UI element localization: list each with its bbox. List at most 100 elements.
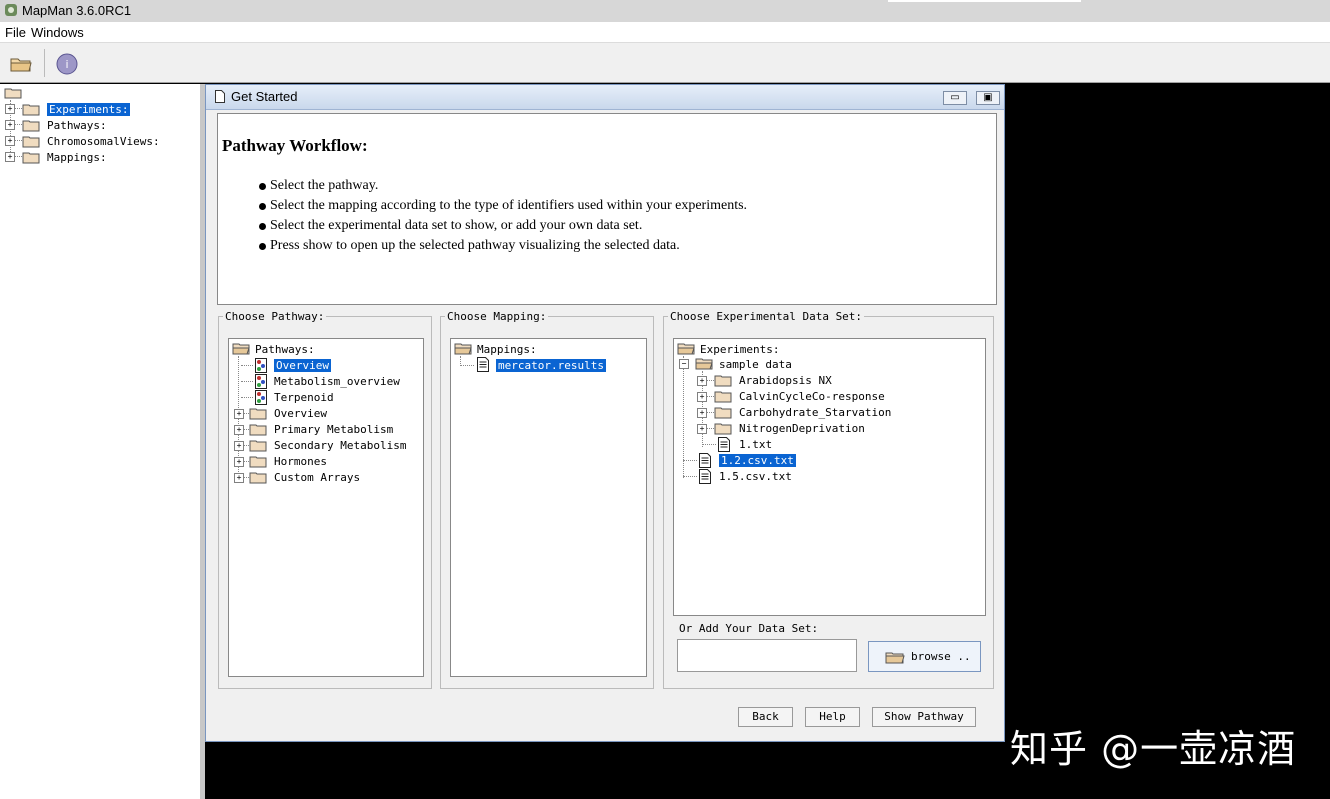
document-icon — [699, 453, 711, 468]
app-title-bar: MapMan 3.6.0RC1 — [0, 0, 1330, 22]
expand-toggle[interactable]: + — [234, 425, 244, 435]
expand-toggle[interactable]: + — [5, 136, 15, 146]
dataset-item[interactable]: NitrogenDeprivation — [739, 421, 865, 436]
pathway-item[interactable]: Metabolism_overview — [274, 374, 400, 389]
window-title: Get Started — [231, 89, 298, 104]
bullet-icon — [259, 203, 266, 210]
collapse-toggle[interactable]: − — [679, 359, 689, 369]
svg-text:i: i — [65, 58, 68, 71]
left-tree-item[interactable]: Experiments: — [47, 102, 131, 117]
workflow-heading: Pathway Workflow: — [222, 136, 368, 155]
choose-pathway-label: Choose Pathway: — [223, 310, 327, 323]
expand-toggle[interactable]: + — [697, 424, 707, 434]
dataset-file[interactable]: 1.2.csv.txt — [719, 453, 796, 468]
left-tree-item[interactable]: Mappings: — [47, 150, 107, 165]
pathway-tree[interactable]: Pathways: Overview Metabolism_overview Terp… — [228, 338, 424, 677]
menu-windows[interactable]: Windows — [31, 25, 84, 40]
pathway-item[interactable]: Secondary Metabolism — [274, 438, 406, 453]
menu-file[interactable]: File — [5, 25, 26, 40]
workflow-description: Pathway Workflow: Select the pathway. Se… — [217, 113, 997, 305]
mapman-app-icon — [5, 4, 17, 16]
back-button[interactable]: Back — [738, 707, 793, 727]
tree-line — [241, 381, 253, 382]
dataset-item[interactable]: 1.txt — [739, 437, 772, 452]
folder-icon — [22, 136, 40, 148]
folder-icon — [22, 120, 40, 132]
workflow-step: Press show to open up the selected pathw… — [256, 236, 747, 256]
open-folder-icon — [454, 343, 472, 355]
tree-line — [241, 397, 253, 398]
workflow-step: Select the mapping according to the type… — [256, 196, 747, 216]
dataset-item[interactable]: Arabidopsis NX — [739, 373, 832, 388]
mapping-item[interactable]: mercator.results — [496, 358, 606, 373]
title-strip — [888, 0, 1081, 2]
help-button[interactable]: Help — [805, 707, 860, 727]
expand-toggle[interactable]: + — [234, 409, 244, 419]
dataset-tree[interactable]: Experiments: − sample data + Arabidopsis NX +… — [673, 338, 986, 616]
pathway-icon — [255, 390, 267, 405]
choose-mapping-label: Choose Mapping: — [445, 310, 549, 323]
expand-toggle[interactable]: + — [234, 457, 244, 467]
mapping-tree[interactable]: Mappings: mercator.results — [450, 338, 647, 677]
menu-bar: File Windows — [0, 22, 1330, 43]
tree-line — [460, 365, 474, 366]
mapping-root[interactable]: Mappings: — [477, 342, 537, 357]
tree-line — [683, 476, 697, 477]
dataset-file[interactable]: 1.5.csv.txt — [719, 469, 792, 484]
dataset-path-input[interactable] — [677, 639, 857, 672]
dataset-item[interactable]: Carbohydrate_Starvation — [739, 405, 891, 420]
dataset-item[interactable]: CalvinCycleCo-response — [739, 389, 885, 404]
left-tree-item[interactable]: ChromosomalViews: — [47, 134, 160, 149]
tree-line — [241, 365, 253, 366]
workflow-step: Select the experimental data set to show… — [256, 216, 747, 236]
toolbar: i — [0, 43, 1330, 83]
show-pathway-button[interactable]: Show Pathway — [872, 707, 976, 727]
choose-dataset-group: Choose Experimental Data Set: Experiment… — [663, 310, 994, 689]
document-icon — [718, 437, 730, 452]
expand-toggle[interactable]: + — [5, 104, 15, 114]
pathway-item[interactable]: Terpenoid — [274, 390, 334, 405]
maximize-button[interactable]: ▣ — [976, 91, 1000, 105]
pathway-item[interactable]: Overview — [274, 406, 327, 421]
window-title-bar[interactable]: Get Started ▭ ▣ — [206, 85, 1004, 110]
folder-icon — [22, 152, 40, 164]
pathway-item[interactable]: Custom Arrays — [274, 470, 360, 485]
expand-toggle[interactable]: + — [697, 392, 707, 402]
document-icon — [477, 357, 489, 372]
browse-button[interactable]: browse .. — [868, 641, 981, 672]
folder-icon — [714, 375, 732, 387]
document-icon — [215, 90, 225, 103]
bullet-icon — [259, 243, 266, 250]
pathway-item[interactable]: Primary Metabolism — [274, 422, 393, 437]
dataset-root[interactable]: Experiments: — [700, 342, 779, 357]
open-folder-icon[interactable] — [9, 52, 33, 74]
pathway-root[interactable]: Pathways: — [255, 342, 315, 357]
bullet-icon — [259, 183, 266, 190]
choose-pathway-group: Choose Pathway: Pathways: Overview Metabol… — [218, 310, 432, 689]
minimize-button[interactable]: ▭ — [943, 91, 967, 105]
document-icon — [699, 469, 711, 484]
sample-data-folder[interactable]: sample data — [719, 357, 792, 372]
folder-icon — [249, 456, 267, 468]
expand-toggle[interactable]: + — [234, 441, 244, 451]
app-title: MapMan 3.6.0RC1 — [22, 3, 132, 18]
info-icon[interactable]: i — [56, 53, 78, 75]
expand-toggle[interactable]: + — [697, 408, 707, 418]
add-dataset-label: Or Add Your Data Set: — [679, 622, 819, 635]
left-tree-item[interactable]: Pathways: — [47, 118, 107, 133]
get-started-window: Get Started ▭ ▣ Pathway Workflow: Select… — [205, 84, 1005, 742]
folder-icon — [22, 104, 40, 116]
open-folder-icon — [232, 343, 250, 355]
expand-toggle[interactable]: + — [5, 152, 15, 162]
expand-toggle[interactable]: + — [234, 473, 244, 483]
left-navigation-tree: + Experiments: + Pathways: + ChromosomalViews… — [0, 84, 202, 799]
folder-icon — [249, 408, 267, 420]
expand-toggle[interactable]: + — [697, 376, 707, 386]
expand-toggle[interactable]: + — [5, 120, 15, 130]
folder-icon — [249, 424, 267, 436]
folder-icon — [714, 423, 732, 435]
pathway-item[interactable]: Overview — [274, 358, 331, 373]
pathway-item[interactable]: Hormones — [274, 454, 327, 469]
tree-line — [702, 444, 716, 445]
folder-icon — [714, 407, 732, 419]
